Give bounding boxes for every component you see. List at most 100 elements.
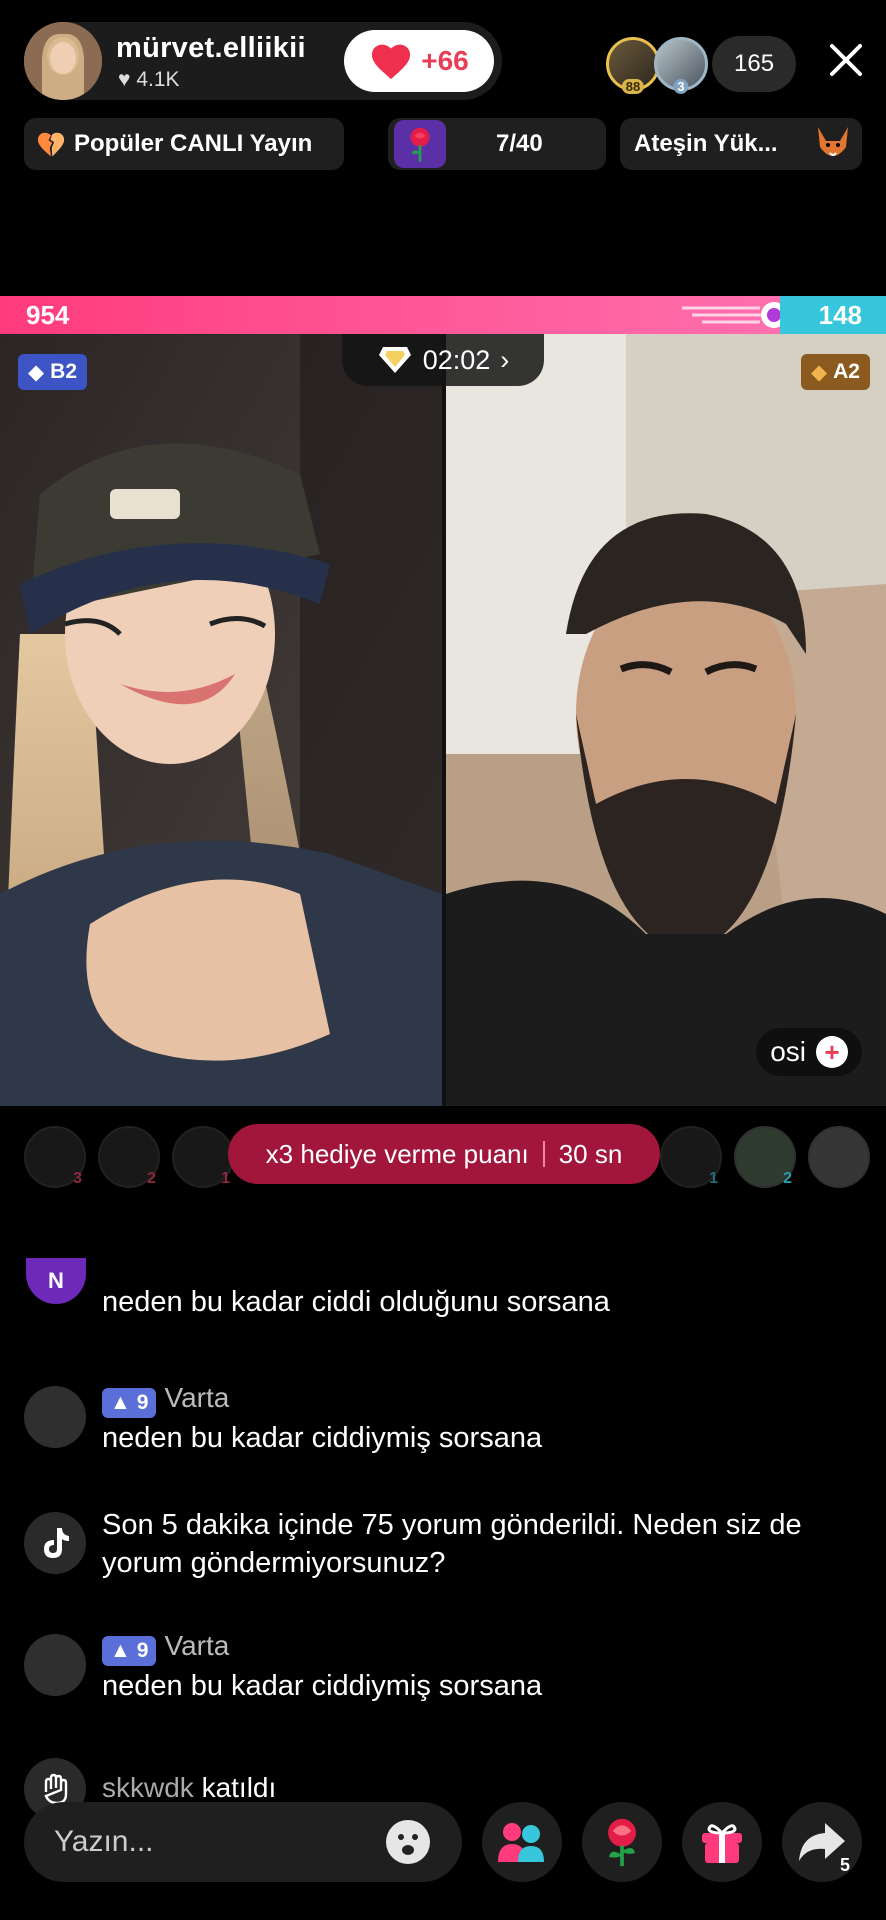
comment-header: ▲ 9 Varta: [102, 1630, 229, 1666]
level-triangle-icon: ▲: [110, 1638, 131, 1662]
comment-item[interactable]: N neden bu kadar ciddi olduğunu sorsana: [24, 1258, 864, 1352]
supporters-left: 3 2 1: [24, 1126, 234, 1188]
supporters-right: 1 2: [660, 1126, 870, 1188]
tiktok-logo-icon: [24, 1512, 86, 1574]
rank-left-label: B2: [50, 360, 78, 383]
add-follow-icon[interactable]: +: [816, 1036, 848, 1068]
comment-text: neden bu kadar ciddi olduğunu sorsana: [102, 1286, 610, 1318]
users-icon: [498, 1823, 544, 1862]
score-right-value: 148: [818, 299, 862, 330]
viewer-count[interactable]: 165: [712, 36, 797, 92]
top-viewer-1[interactable]: 88: [606, 37, 660, 94]
viewer-rank-badge: 3: [673, 79, 689, 94]
host-likes: ♥ 4.1K: [118, 68, 180, 92]
popular-live-pill[interactable]: Popüler CANLI Yayın: [24, 118, 344, 170]
comment-item[interactable]: ▲ 9 Varta neden bu kadar ciddiymiş sorsana: [24, 1630, 864, 1734]
join-label: katıldı: [201, 1772, 277, 1803]
host-card[interactable]: mürvet.elliikii ♥ 4.1K +66: [24, 22, 502, 100]
comment-avatar[interactable]: [24, 1386, 86, 1448]
diamond-icon: ◆: [810, 360, 828, 384]
join-message-text: skkwdk katıldı: [102, 1772, 276, 1804]
rose-gift-button[interactable]: [582, 1802, 662, 1882]
system-message: Son 5 dakika içinde 75 yorum gönderildi.…: [24, 1506, 864, 1610]
rose-goal-thumb: [394, 120, 446, 168]
supporter-rank: 1: [709, 1170, 718, 1187]
comment-list[interactable]: N neden bu kadar ciddi olduğunu sorsana …: [24, 1258, 864, 1828]
host-video-frame: [0, 334, 442, 1106]
level-badge: ▲ 9: [102, 1387, 157, 1418]
top-viewer-2[interactable]: 3: [654, 37, 708, 94]
comment-placeholder: Yazın...: [54, 1825, 154, 1858]
multiplier-time: 30 sn: [558, 1138, 623, 1169]
comment-username[interactable]: Varta: [164, 1382, 229, 1413]
host-likes-count: 4.1K: [136, 68, 180, 91]
comment-avatar[interactable]: N: [26, 1258, 86, 1304]
emoji-icon[interactable]: [384, 1818, 432, 1866]
close-icon: [830, 44, 862, 76]
comet-icon: [682, 302, 787, 328]
join-username[interactable]: skkwdk: [102, 1772, 194, 1803]
multiplier-divider: [542, 1141, 545, 1167]
heart-small-icon: ♥: [118, 68, 131, 91]
supporter-avatar[interactable]: 3: [24, 1126, 86, 1188]
gift-button[interactable]: [682, 1802, 762, 1882]
multi-guest-button[interactable]: [482, 1802, 562, 1882]
level-badge: ▲ 9: [102, 1635, 157, 1666]
opponent-video[interactable]: ◆ A2 osi +: [446, 334, 886, 1106]
viewer-rank-badge: 88: [621, 79, 645, 94]
score-left: 954: [0, 296, 787, 334]
level-number: 9: [136, 1638, 149, 1662]
supporter-rank: 2: [783, 1170, 792, 1187]
rank-badge-left: ◆ B2: [18, 354, 88, 390]
rose-goal-pill[interactable]: 7/40: [388, 118, 606, 170]
diamond-trophy-icon: [378, 347, 411, 373]
supporter-rank: 2: [147, 1170, 156, 1187]
supporter-rank: 3: [73, 1170, 82, 1187]
supporter-avatar[interactable]: 1: [172, 1126, 234, 1188]
comment-header: ▲ 9 Varta: [102, 1382, 229, 1418]
supporter-avatar[interactable]: 2: [98, 1126, 160, 1188]
host-video[interactable]: ◆ B2: [0, 334, 442, 1106]
opponent-follow-pill[interactable]: osi +: [756, 1028, 862, 1076]
gift-icon: [702, 1824, 742, 1863]
comment-avatar[interactable]: [24, 1634, 86, 1696]
host-name: mürvet.elliikii: [116, 32, 306, 64]
broken-heart-icon: [37, 132, 65, 157]
comment-text: neden bu kadar ciddiymiş sorsana: [102, 1422, 543, 1454]
event-label: Ateşin Yük...: [634, 130, 778, 157]
comment-text: neden bu kadar ciddiymiş sorsana: [102, 1670, 543, 1702]
close-button[interactable]: [826, 40, 866, 80]
viewer-list[interactable]: 88 3 165: [606, 32, 797, 96]
follow-count: +66: [421, 45, 469, 76]
score-left-value: 954: [26, 299, 70, 330]
chevron-right-icon: ›: [500, 344, 510, 375]
level-triangle-icon: ▲: [110, 1390, 131, 1414]
event-fox-icon: [818, 127, 848, 156]
rose-icon: [410, 127, 430, 162]
opponent-name: osi: [770, 1036, 806, 1067]
battle-timer[interactable]: 02:02 ›: [342, 334, 544, 386]
follow-button[interactable]: +66: [344, 30, 494, 92]
supporter-avatar[interactable]: 1: [660, 1126, 722, 1188]
comment-item[interactable]: ▲ 9 Varta neden bu kadar ciddiymiş sorsana: [24, 1382, 864, 1486]
multiplier-label: x3 hediye verme puanı: [265, 1138, 529, 1169]
share-button[interactable]: 5: [782, 1802, 862, 1882]
rank-right-label: A2: [833, 360, 860, 383]
event-pill[interactable]: Ateşin Yük...: [620, 118, 862, 170]
popular-live-label: Popüler CANLI Yayın: [74, 130, 313, 157]
share-count: 5: [839, 1855, 850, 1875]
level-number: 9: [136, 1390, 149, 1414]
comment-username[interactable]: Varta: [164, 1630, 229, 1661]
heart-icon: [372, 44, 411, 80]
rose-goal-progress: 7/40: [496, 130, 543, 157]
host-avatar[interactable]: [24, 22, 102, 100]
score-right: 148: [780, 296, 886, 334]
multiplier-banner[interactable]: x3 hediye verme puanı 30 sn: [228, 1124, 660, 1184]
battle-score-bar: 954 148: [0, 296, 886, 334]
rose-icon: [608, 1818, 636, 1867]
supporter-avatar[interactable]: 2: [734, 1126, 796, 1188]
comment-input[interactable]: Yazın...: [24, 1802, 462, 1882]
timer-value: 02:02: [422, 344, 491, 375]
supporter-avatar[interactable]: [808, 1126, 870, 1188]
supporter-rank: 1: [221, 1170, 230, 1187]
